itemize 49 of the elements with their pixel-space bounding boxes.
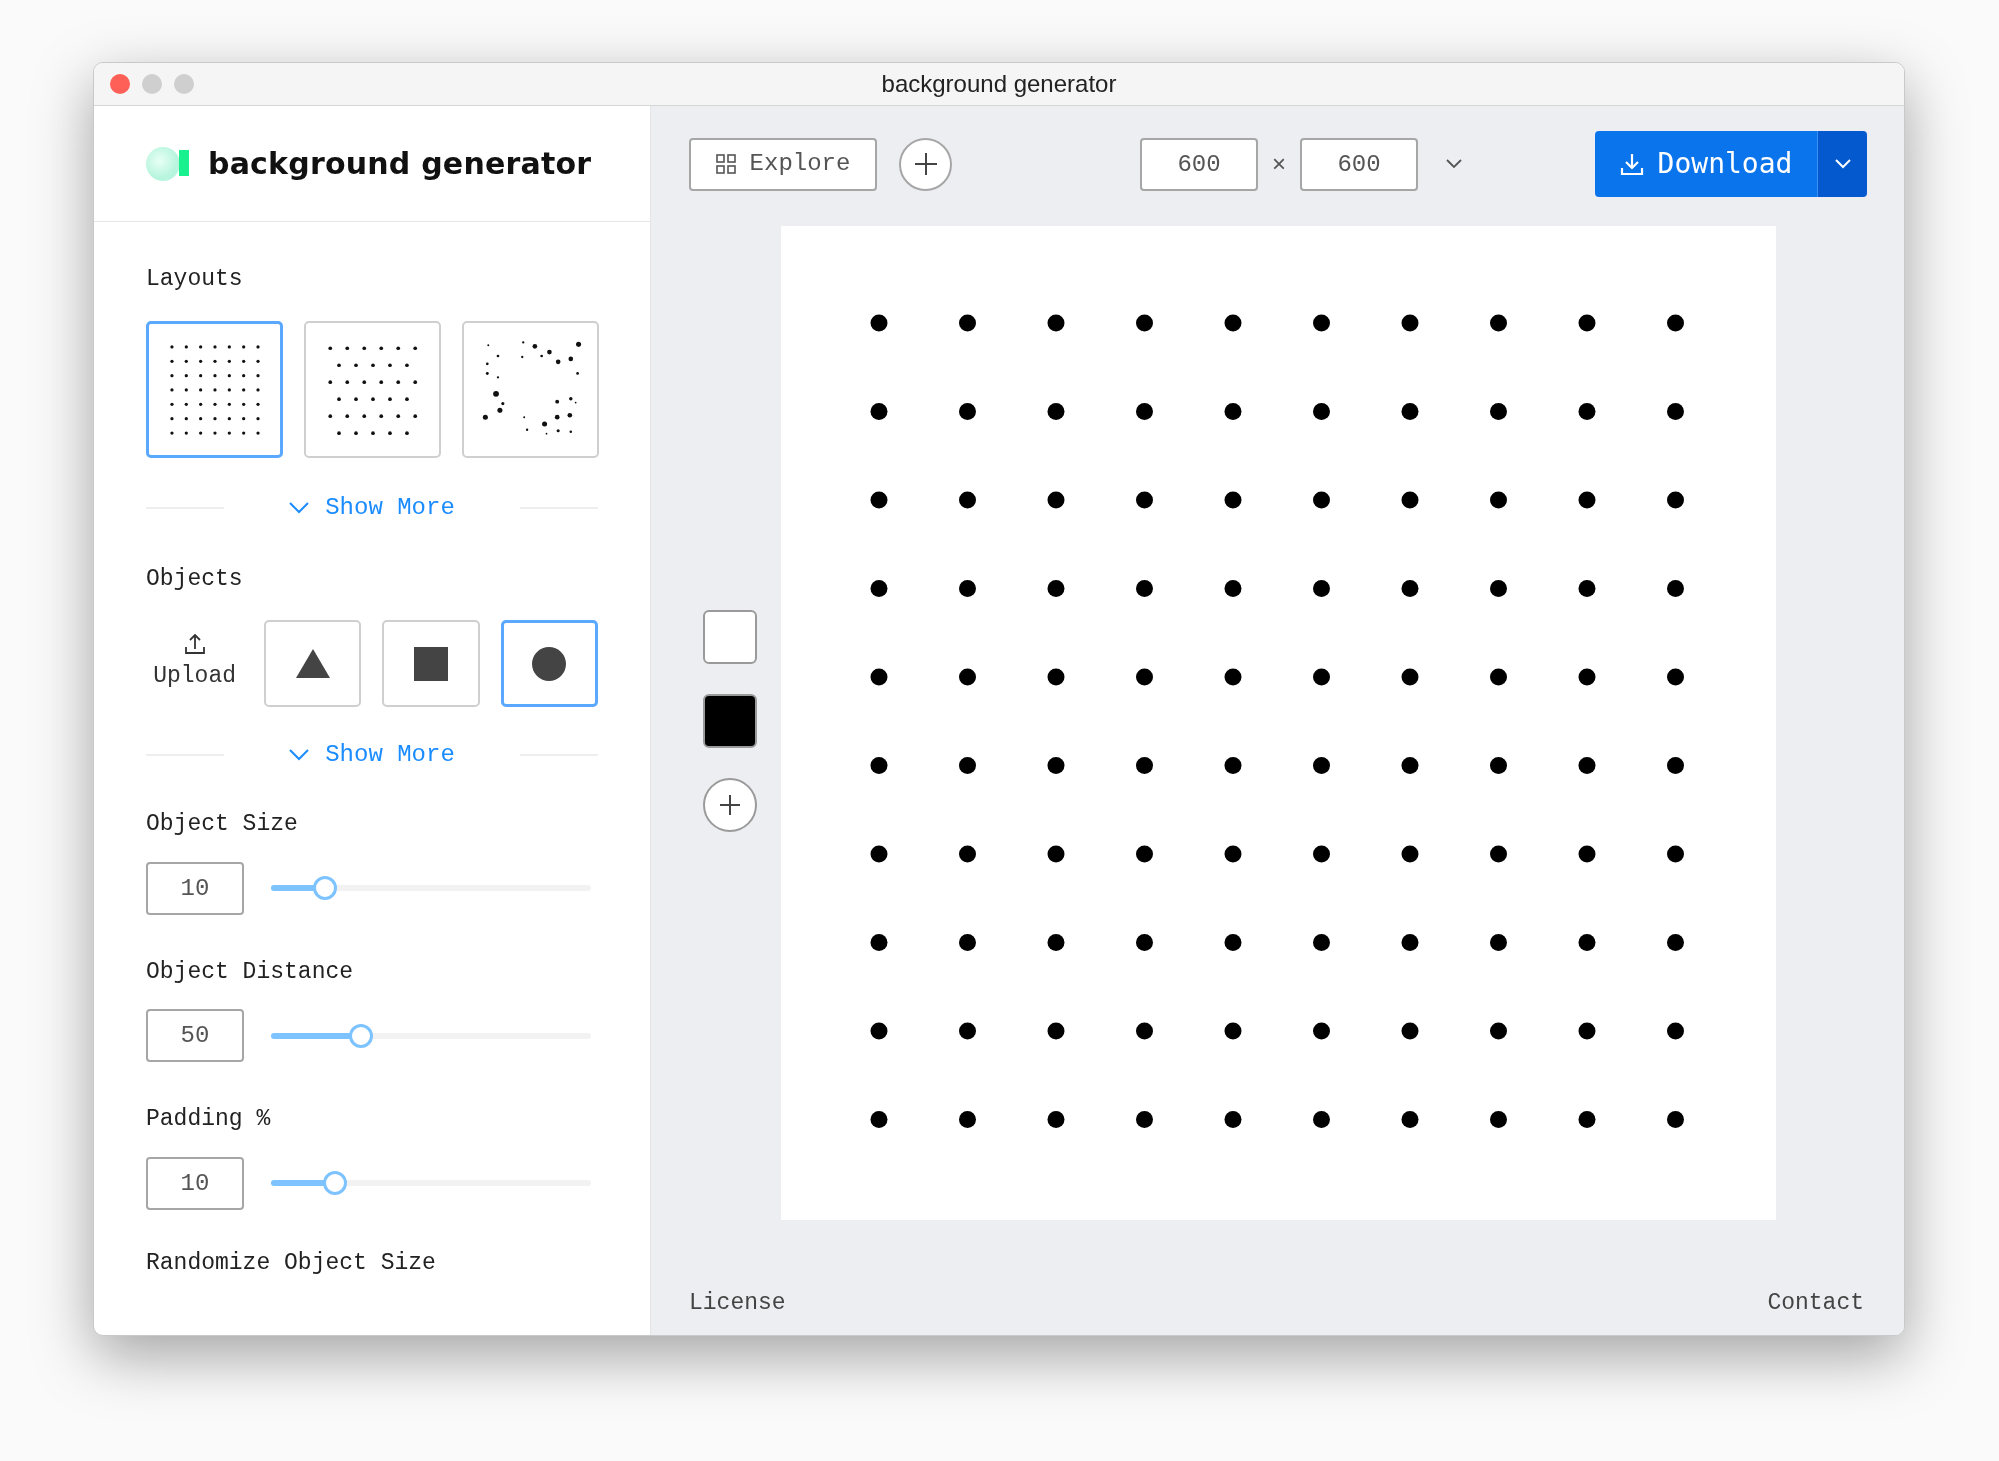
slider[interactable] [271,876,591,900]
chevron-down-icon [1834,159,1851,169]
section-label: Randomize Object Size [146,1248,437,1278]
upload-icon [183,633,206,656]
value-field[interactable]: 50 [146,1009,244,1062]
color-swatch[interactable] [703,610,757,664]
minimize-button[interactable] [142,74,162,94]
add-button[interactable] [899,137,952,191]
upload-button[interactable]: Upload [146,633,244,694]
contact-link[interactable]: Contact [1767,1286,1864,1321]
close-button[interactable] [110,74,130,94]
section-label: Objects [146,564,244,594]
value-field[interactable]: 10 [146,1156,244,1210]
slider[interactable] [271,1023,591,1048]
slider-thumb[interactable] [348,1023,373,1048]
shape-option[interactable] [500,620,598,707]
shape-option[interactable] [264,620,362,707]
license-link[interactable]: License [689,1286,786,1321]
logo-icon [146,144,190,183]
grid-icon [715,154,736,174]
section-label: Object Distance [146,957,355,987]
download-icon [1619,152,1644,176]
window-title: background generator [881,69,1117,99]
triangle-icon [295,648,330,679]
height-field[interactable]: 600 [1300,137,1418,191]
color-swatch[interactable] [703,694,757,748]
shape-option[interactable] [382,620,480,707]
slider[interactable] [271,1171,591,1195]
circle-icon [532,646,567,681]
app-name: background generator [208,145,592,183]
square-icon [414,646,449,681]
plus-icon [719,794,741,816]
explore-button[interactable]: Explore [689,137,877,191]
times-sign: × [1272,149,1286,179]
slider-thumb[interactable] [323,1171,347,1195]
plus-icon [913,152,938,176]
section-label: Object Size [146,810,299,839]
width-field[interactable]: 600 [1140,137,1258,191]
chevron-down-icon [1446,159,1462,169]
add-color-button[interactable] [703,778,757,832]
chevron-down-icon [289,501,310,514]
section-label: Padding % [146,1105,272,1134]
download-options-button[interactable] [1817,131,1867,197]
value-field[interactable]: 10 [146,861,244,915]
download-button[interactable]: Download [1595,131,1817,197]
section-label: Layouts [146,265,244,294]
chevron-down-icon [289,749,310,761]
slider-thumb[interactable] [313,876,338,900]
zoom-button[interactable] [174,74,194,94]
